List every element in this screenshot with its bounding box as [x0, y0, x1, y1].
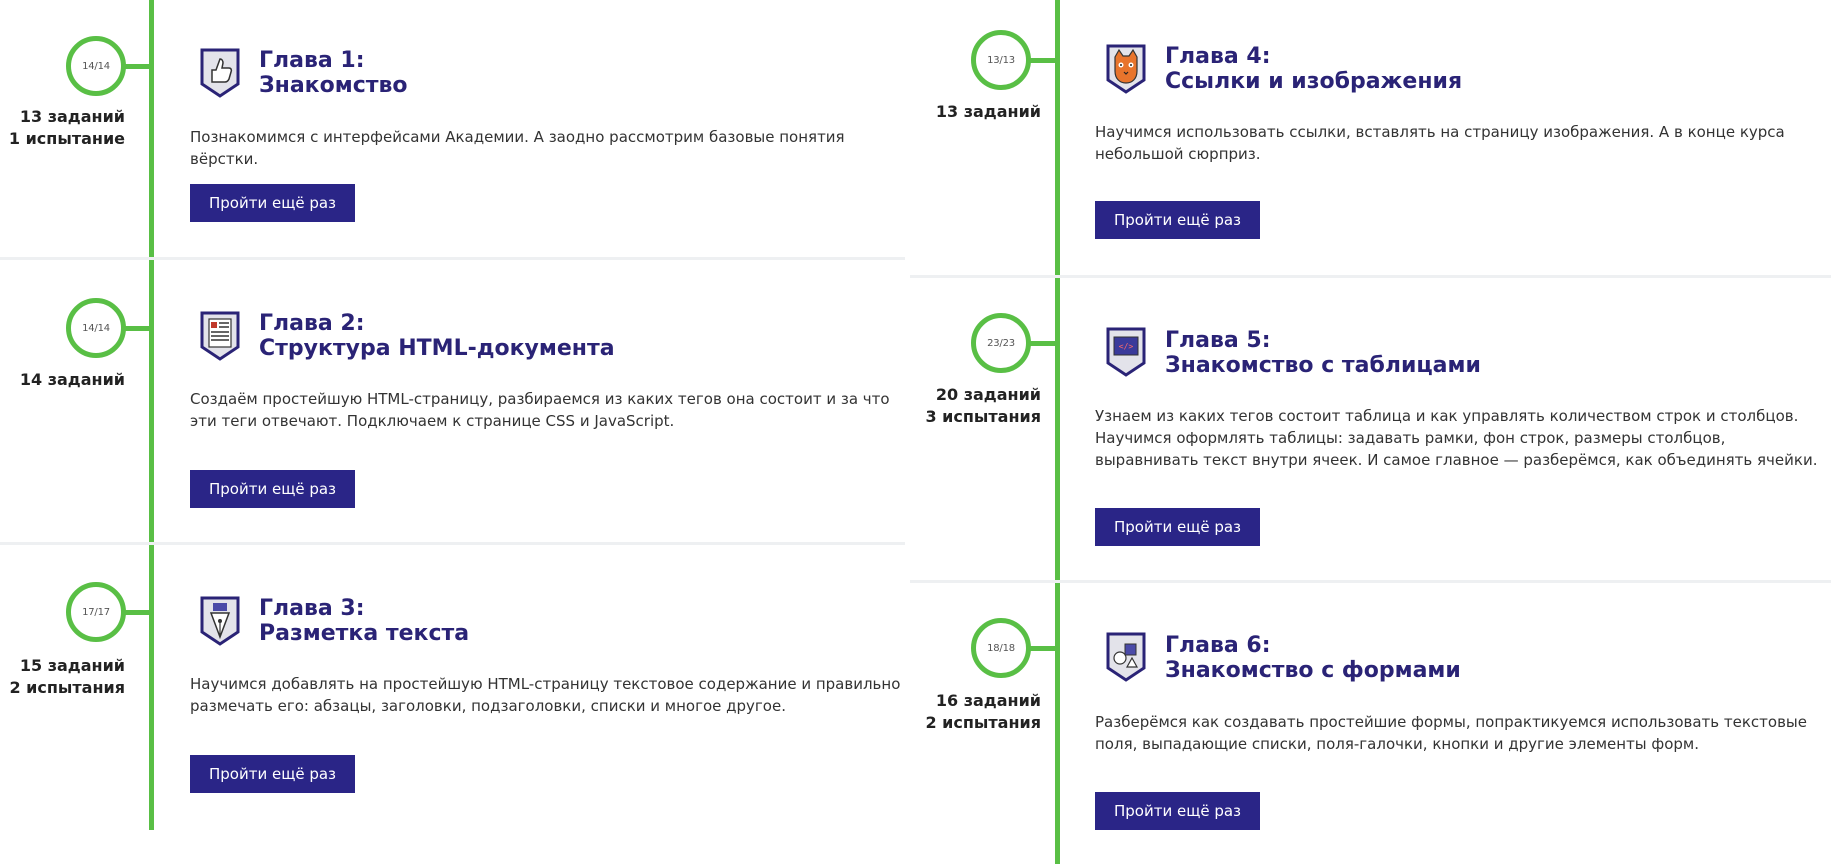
chapter-title: Глава 4: Ссылки и изображения: [1165, 44, 1462, 94]
chapter-title: Глава 3: Разметка текста: [259, 596, 469, 646]
chapter-stats: 13 заданий 1 испытание: [9, 106, 125, 150]
code-screen-icon: </>: [1106, 327, 1146, 377]
retry-chapter-button[interactable]: Пройти ещё раз: [1095, 508, 1261, 546]
progress-count: 13/13: [987, 54, 1015, 66]
chapter-card-2: 14/14 14 заданий Глава 2: Структура HTML…: [0, 260, 905, 545]
shapes-icon: [1106, 632, 1146, 682]
retry-chapter-button[interactable]: Пройти ещё раз: [1095, 792, 1261, 830]
progress-ring: 23/23: [971, 313, 1031, 373]
progress-connector: [123, 326, 151, 331]
tasks-count: 14 заданий: [19, 370, 125, 389]
progress-ring: 17/17: [66, 582, 126, 642]
document-icon: [200, 311, 240, 361]
trials-count: 3 испытания: [925, 407, 1041, 426]
progress-count: 18/18: [987, 642, 1015, 654]
chapter-number: Глава 5:: [1165, 328, 1271, 353]
progress-connector: [123, 610, 151, 615]
progress-ring: 13/13: [971, 30, 1031, 90]
chapter-number: Глава 1:: [259, 48, 365, 73]
tasks-count: 20 заданий: [935, 385, 1041, 404]
retry-chapter-button[interactable]: Пройти ещё раз: [190, 755, 356, 793]
progress-connector: [1028, 341, 1056, 346]
retry-chapter-button[interactable]: Пройти ещё раз: [190, 470, 356, 508]
progress-ring: 14/14: [66, 298, 126, 358]
chapter-card-3: 17/17 15 заданий 2 испытания Глава 3: Ра…: [0, 545, 905, 830]
chapter-card-5: 23/23 20 заданий 3 испытания </> Глава 5…: [910, 278, 1831, 583]
chapter-number: Глава 6:: [1165, 633, 1271, 658]
chapter-title: Глава 1: Знакомство: [259, 48, 408, 98]
chapter-description: Научимся добавлять на простейшую HTML-ст…: [190, 675, 901, 715]
tasks-count: 15 заданий: [19, 656, 125, 675]
progress-ring: 18/18: [971, 618, 1031, 678]
cat-icon: [1106, 44, 1146, 94]
chapter-description: Создаём простейшую HTML-страницу, разбир…: [190, 390, 890, 430]
chapter-title: Глава 6: Знакомство с формами: [1165, 633, 1461, 683]
progress-ring: 14/14: [66, 36, 126, 96]
chapter-name: Ссылки и изображения: [1165, 69, 1463, 94]
pen-nib-icon: [200, 596, 240, 646]
progress-count: 17/17: [82, 606, 110, 618]
trials-count: 2 испытания: [925, 713, 1041, 732]
retry-chapter-button[interactable]: Пройти ещё раз: [190, 184, 356, 222]
chapter-card-6: 18/18 16 заданий 2 испытания Глава 6: Зн…: [910, 583, 1831, 864]
chapter-description: Узнаем из каких тегов состоит таблица и …: [1095, 407, 1818, 469]
chapter-number: Глава 4:: [1165, 44, 1271, 69]
progress-connector: [1028, 646, 1056, 651]
chapter-stats: 20 заданий 3 испытания: [925, 384, 1041, 428]
chapter-description: Научимся использовать ссылки, вставлять …: [1095, 123, 1785, 163]
thumbs-up-icon: [200, 48, 240, 98]
chapter-title: Глава 5: Знакомство с таблицами: [1165, 328, 1481, 378]
chapter-stats: 13 заданий: [936, 101, 1041, 123]
chapters-column-left: 14/14 13 заданий 1 испытание Глава 1: Зн…: [0, 0, 905, 864]
chapter-name: Знакомство с таблицами: [1165, 353, 1481, 378]
retry-chapter-button[interactable]: Пройти ещё раз: [1095, 201, 1261, 239]
chapter-card-4: 13/13 13 заданий Глава 4: Ссылки и изобр…: [910, 0, 1831, 278]
chapter-name: Структура HTML-документа: [259, 336, 615, 361]
progress-count: 23/23: [987, 337, 1015, 349]
progress-count: 14/14: [82, 322, 110, 334]
tasks-count: 16 заданий: [935, 691, 1041, 710]
chapter-stats: 16 заданий 2 испытания: [925, 690, 1041, 734]
chapter-description: Познакомимся с интерфейсами Академии. А …: [190, 128, 845, 168]
chapter-name: Разметка текста: [259, 621, 470, 646]
chapter-title: Глава 2: Структура HTML-документа: [259, 311, 615, 361]
chapters-column-right: 13/13 13 заданий Глава 4: Ссылки и изобр…: [910, 0, 1831, 864]
trials-count: 1 испытание: [8, 129, 125, 148]
chapter-stats: 15 заданий 2 испытания: [9, 655, 125, 699]
progress-connector: [123, 64, 151, 69]
progress-connector: [1028, 58, 1056, 63]
trials-count: 2 испытания: [9, 678, 125, 697]
chapter-stats: 14 заданий: [20, 369, 125, 391]
chapter-name: Знакомство: [259, 73, 408, 98]
chapter-card-1: 14/14 13 заданий 1 испытание Глава 1: Зн…: [0, 0, 905, 260]
chapter-number: Глава 2:: [259, 311, 365, 336]
chapter-description: Разберёмся как создавать простейшие форм…: [1095, 713, 1807, 753]
tasks-count: 13 заданий: [19, 107, 125, 126]
svg-text:</>: </>: [1119, 342, 1134, 351]
chapter-name: Знакомство с формами: [1165, 658, 1461, 683]
progress-count: 14/14: [82, 60, 110, 72]
tasks-count: 13 заданий: [935, 102, 1041, 121]
chapter-number: Глава 3:: [259, 596, 365, 621]
